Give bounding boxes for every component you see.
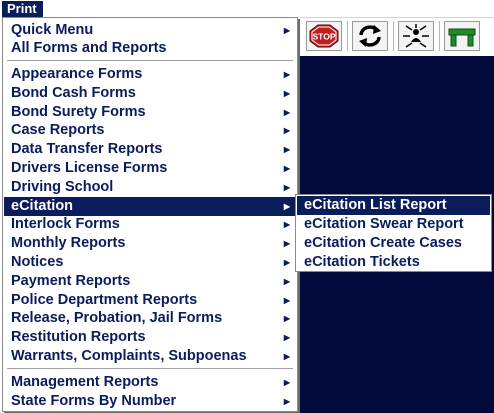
menu-item-all-forms-and-reports[interactable]: All Forms and Reports bbox=[4, 39, 296, 58]
submenu-arrow-icon: ▶ bbox=[283, 88, 290, 98]
menu-item-label: Case Reports bbox=[11, 122, 105, 139]
menu-item-label: Warrants, Complaints, Subpoenas bbox=[11, 348, 247, 364]
refresh-icon bbox=[359, 25, 381, 47]
menu-item-label: eCitation bbox=[11, 197, 74, 214]
menu-item-monthly-reports[interactable]: Monthly Reports ▶ bbox=[4, 234, 296, 253]
menu-item-label: Bond Surety Forms bbox=[11, 103, 146, 120]
menu-item-label: State Forms By Number bbox=[11, 392, 177, 409]
submenu-arrow-icon: ▶ bbox=[283, 396, 290, 406]
menu-item-restitution-reports[interactable]: Restitution Reports ▶ bbox=[4, 328, 296, 347]
submenu-arrow-icon: ▶ bbox=[283, 26, 290, 35]
menu-item-release-probation-jail-forms[interactable]: Release, Probation, Jail Forms ▶ bbox=[4, 309, 296, 328]
menu-item-label: Data Transfer Reports bbox=[11, 141, 163, 158]
green-table-icon bbox=[448, 28, 476, 47]
menu-item-drivers-license-forms[interactable]: Drivers License Forms ▶ bbox=[4, 159, 296, 178]
refresh-button[interactable] bbox=[352, 21, 388, 51]
stop-sign-icon: STOP bbox=[309, 24, 339, 48]
stop-sign-text: STOP bbox=[313, 32, 336, 42]
submenu-arrow-icon: ▶ bbox=[283, 126, 290, 136]
network-people-icon bbox=[403, 24, 429, 48]
menu-item-label: Bond Cash Forms bbox=[11, 84, 136, 101]
menu-item-bond-surety-forms[interactable]: Bond Surety Forms ▶ bbox=[4, 103, 296, 122]
toolbar: STOP bbox=[300, 17, 494, 56]
submenu-arrow-icon: ▶ bbox=[283, 378, 290, 387]
menu-item-management-reports[interactable]: Management Reports ▶ bbox=[4, 373, 296, 392]
toolbar-separator bbox=[347, 21, 348, 51]
submenu-arrow-icon: ▶ bbox=[283, 107, 290, 117]
menu-item-label: Monthly Reports bbox=[11, 235, 126, 252]
menu-item-ecitation[interactable]: eCitation ▶ bbox=[4, 196, 296, 216]
application-window: Print STOP Quick Menu ▶ All Forms and Re… bbox=[0, 0, 494, 413]
menu-item-label: Release, Probation, Jail Forms bbox=[11, 310, 223, 327]
menu-print[interactable]: Print bbox=[2, 1, 43, 17]
menu-item-quick-menu[interactable]: Quick Menu ▶ bbox=[4, 21, 296, 40]
menu-item-label: Management Reports bbox=[11, 374, 159, 390]
menu-item-label: Appearance Forms bbox=[11, 66, 143, 82]
stop-button[interactable]: STOP bbox=[306, 21, 342, 51]
menu-separator bbox=[7, 368, 293, 370]
menu-item-driving-school[interactable]: Driving School ▶ bbox=[4, 178, 296, 197]
menu-item-label: Driving School bbox=[11, 178, 114, 195]
submenu-item-ecitation-tickets[interactable]: eCitation Tickets bbox=[297, 253, 490, 272]
ecitation-submenu: eCitation List Report eCitation Swear Re… bbox=[295, 194, 492, 272]
menu-separator bbox=[7, 60, 293, 62]
toolbar-separator bbox=[393, 21, 394, 51]
menu-item-label: Police Department Reports bbox=[11, 291, 198, 308]
menu-item-label: Drivers License Forms bbox=[11, 160, 168, 176]
menu-item-interlock-forms[interactable]: Interlock Forms ▶ bbox=[4, 215, 296, 234]
menu-item-appearance-forms[interactable]: Appearance Forms ▶ bbox=[4, 65, 296, 84]
network-button[interactable] bbox=[398, 21, 434, 51]
submenu-item-ecitation-create-cases[interactable]: eCitation Create Cases bbox=[297, 234, 490, 253]
menu-item-bond-cash-forms[interactable]: Bond Cash Forms ▶ bbox=[4, 84, 296, 103]
submenu-arrow-icon: ▶ bbox=[283, 314, 290, 324]
menu-bar: Print bbox=[0, 0, 494, 17]
submenu-item-ecitation-swear-report[interactable]: eCitation Swear Report bbox=[297, 215, 490, 234]
menu-item-data-transfer-reports[interactable]: Data Transfer Reports ▶ bbox=[4, 140, 296, 159]
menu-item-label: Quick Menu bbox=[11, 22, 94, 38]
menu-item-label: Interlock Forms bbox=[11, 216, 120, 233]
submenu-arrow-icon: ▶ bbox=[283, 70, 290, 79]
submenu-item-ecitation-list-report[interactable]: eCitation List Report bbox=[297, 196, 490, 215]
table-button[interactable] bbox=[444, 21, 480, 51]
menu-item-label: Restitution Reports bbox=[11, 329, 146, 346]
submenu-arrow-icon: ▶ bbox=[283, 352, 290, 361]
submenu-arrow-icon: ▶ bbox=[283, 295, 290, 305]
menu-item-notices[interactable]: Notices ▶ bbox=[4, 253, 296, 272]
menu-item-label: All Forms and Reports bbox=[11, 40, 167, 56]
menu-item-payment-reports[interactable]: Payment Reports ▶ bbox=[4, 272, 296, 291]
submenu-arrow-icon: ▶ bbox=[283, 276, 290, 286]
menu-item-police-department-reports[interactable]: Police Department Reports ▶ bbox=[4, 291, 296, 310]
submenu-arrow-icon: ▶ bbox=[283, 164, 290, 173]
menu-item-warrants-complaints-subpoenas[interactable]: Warrants, Complaints, Subpoenas ▶ bbox=[4, 347, 296, 366]
toolbar-separator bbox=[439, 21, 440, 51]
menu-item-case-reports[interactable]: Case Reports ▶ bbox=[4, 121, 296, 140]
submenu-arrow-icon: ▶ bbox=[283, 220, 290, 230]
menu-item-state-forms-by-number[interactable]: State Forms By Number ▶ bbox=[4, 392, 296, 411]
print-menu: Quick Menu ▶ All Forms and Reports Appea… bbox=[2, 17, 298, 412]
submenu-arrow-icon: ▶ bbox=[283, 182, 290, 192]
menu-item-label: Payment Reports bbox=[11, 272, 131, 289]
submenu-arrow-icon: ▶ bbox=[283, 145, 290, 155]
menu-item-label: Notices bbox=[11, 254, 64, 270]
submenu-arrow-icon: ▶ bbox=[283, 239, 290, 249]
submenu-arrow-icon: ▶ bbox=[283, 333, 290, 343]
submenu-arrow-icon: ▶ bbox=[283, 201, 290, 211]
submenu-arrow-icon: ▶ bbox=[283, 258, 290, 267]
